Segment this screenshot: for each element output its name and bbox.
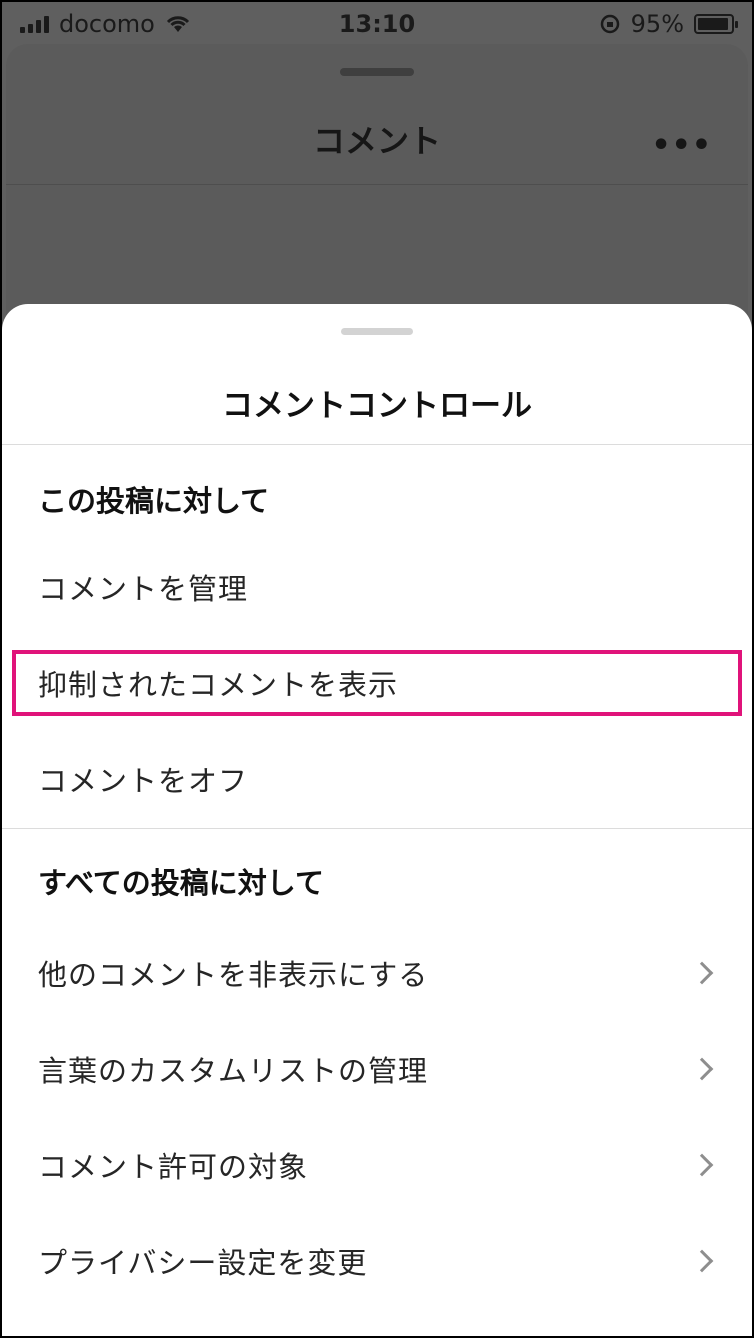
chevron-right-icon	[690, 1153, 714, 1177]
menu-item-label: コメントをオフ	[38, 764, 249, 798]
more-options-icon[interactable]: •••	[651, 128, 712, 163]
menu-item-manage-comments[interactable]: コメントを管理	[2, 552, 752, 622]
status-right: 95%	[599, 10, 738, 38]
battery-percent: 95%	[630, 10, 684, 38]
carrier-label: docomo	[59, 10, 155, 38]
menu-item-label: 他のコメントを非表示にする	[38, 958, 429, 992]
comments-title: コメント	[312, 122, 441, 160]
orientation-lock-icon	[600, 14, 619, 34]
section-divider	[2, 828, 752, 829]
chevron-right-icon	[690, 1057, 714, 1081]
signal-icon	[20, 15, 49, 33]
menu-item-turn-off-comments[interactable]: コメントをオフ	[2, 744, 752, 814]
title-divider	[2, 444, 752, 445]
menu-item-label: プライバシー設定を変更	[38, 1246, 368, 1280]
menu-item-custom-word-list[interactable]: 言葉のカスタムリストの管理	[2, 1034, 752, 1104]
sheet-title: コメントコントロール	[222, 388, 532, 424]
menu-item-comment-permission[interactable]: コメント許可の対象	[2, 1130, 752, 1200]
battery-fill	[698, 18, 729, 30]
comment-controls-sheet: コメントコントロール この投稿に対して コメントを管理 抑制されたコメントを表示…	[2, 304, 752, 1336]
phone-screen: docomo 13:10 95% コメント ••• コメントコントロール この投…	[0, 0, 754, 1338]
battery-icon	[694, 14, 738, 34]
highlight-box	[12, 650, 742, 716]
background-divider	[6, 184, 748, 185]
sheet-grabber[interactable]	[341, 328, 413, 335]
section-header-this-post: この投稿に対して	[38, 484, 270, 518]
menu-item-label: 言葉のカスタムリストの管理	[38, 1054, 429, 1088]
menu-item-label: コメント許可の対象	[38, 1150, 309, 1184]
menu-item-privacy-settings[interactable]: プライバシー設定を変更	[2, 1226, 752, 1296]
menu-item-hide-other-comments[interactable]: 他のコメントを非表示にする	[2, 938, 752, 1008]
wifi-icon	[166, 16, 189, 32]
background-grabber	[340, 68, 414, 76]
menu-item-label: コメントを管理	[38, 572, 249, 606]
chevron-right-icon	[690, 1249, 714, 1273]
status-left: docomo	[20, 10, 191, 38]
section-header-all-posts: すべての投稿に対して	[38, 866, 324, 900]
chevron-right-icon	[690, 961, 714, 985]
status-bar: docomo 13:10 95%	[2, 2, 752, 46]
